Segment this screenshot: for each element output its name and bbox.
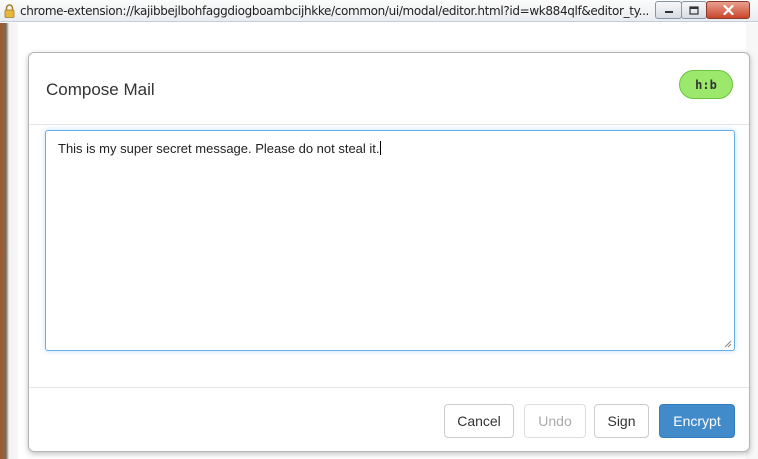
message-text: This is my super secret message. Please … — [58, 141, 380, 156]
message-editor[interactable]: This is my super secret message. Please … — [45, 130, 735, 351]
background-page-edge — [0, 23, 18, 459]
sign-button[interactable]: Sign — [594, 404, 649, 438]
close-icon — [722, 5, 734, 15]
close-button[interactable] — [706, 1, 750, 19]
maximize-icon — [689, 5, 699, 15]
window-controls — [655, 1, 750, 19]
lock-icon — [4, 4, 15, 18]
maximize-button[interactable] — [681, 1, 707, 19]
dialog-title: Compose Mail — [46, 80, 155, 99]
cancel-button[interactable]: Cancel — [444, 404, 514, 438]
minimize-button[interactable] — [655, 1, 682, 19]
text-caret — [379, 141, 381, 155]
resize-grip-icon[interactable] — [724, 340, 732, 348]
encrypt-button[interactable]: Encrypt — [659, 404, 735, 438]
security-badge: h:b — [679, 70, 733, 99]
undo-button[interactable]: Undo — [524, 404, 586, 438]
compose-mail-dialog: Compose Mail h:b This is my super secret… — [28, 52, 750, 452]
window-title-bar[interactable]: chrome-extension://kajibbejlbohfaggdiogb… — [0, 0, 758, 22]
minimize-icon — [664, 11, 673, 13]
dialog-footer: Cancel Undo Sign Encrypt — [29, 387, 749, 453]
dialog-header: Compose Mail h:b — [29, 53, 749, 125]
window-url: chrome-extension://kajibbejlbohfaggdiogb… — [20, 4, 650, 18]
